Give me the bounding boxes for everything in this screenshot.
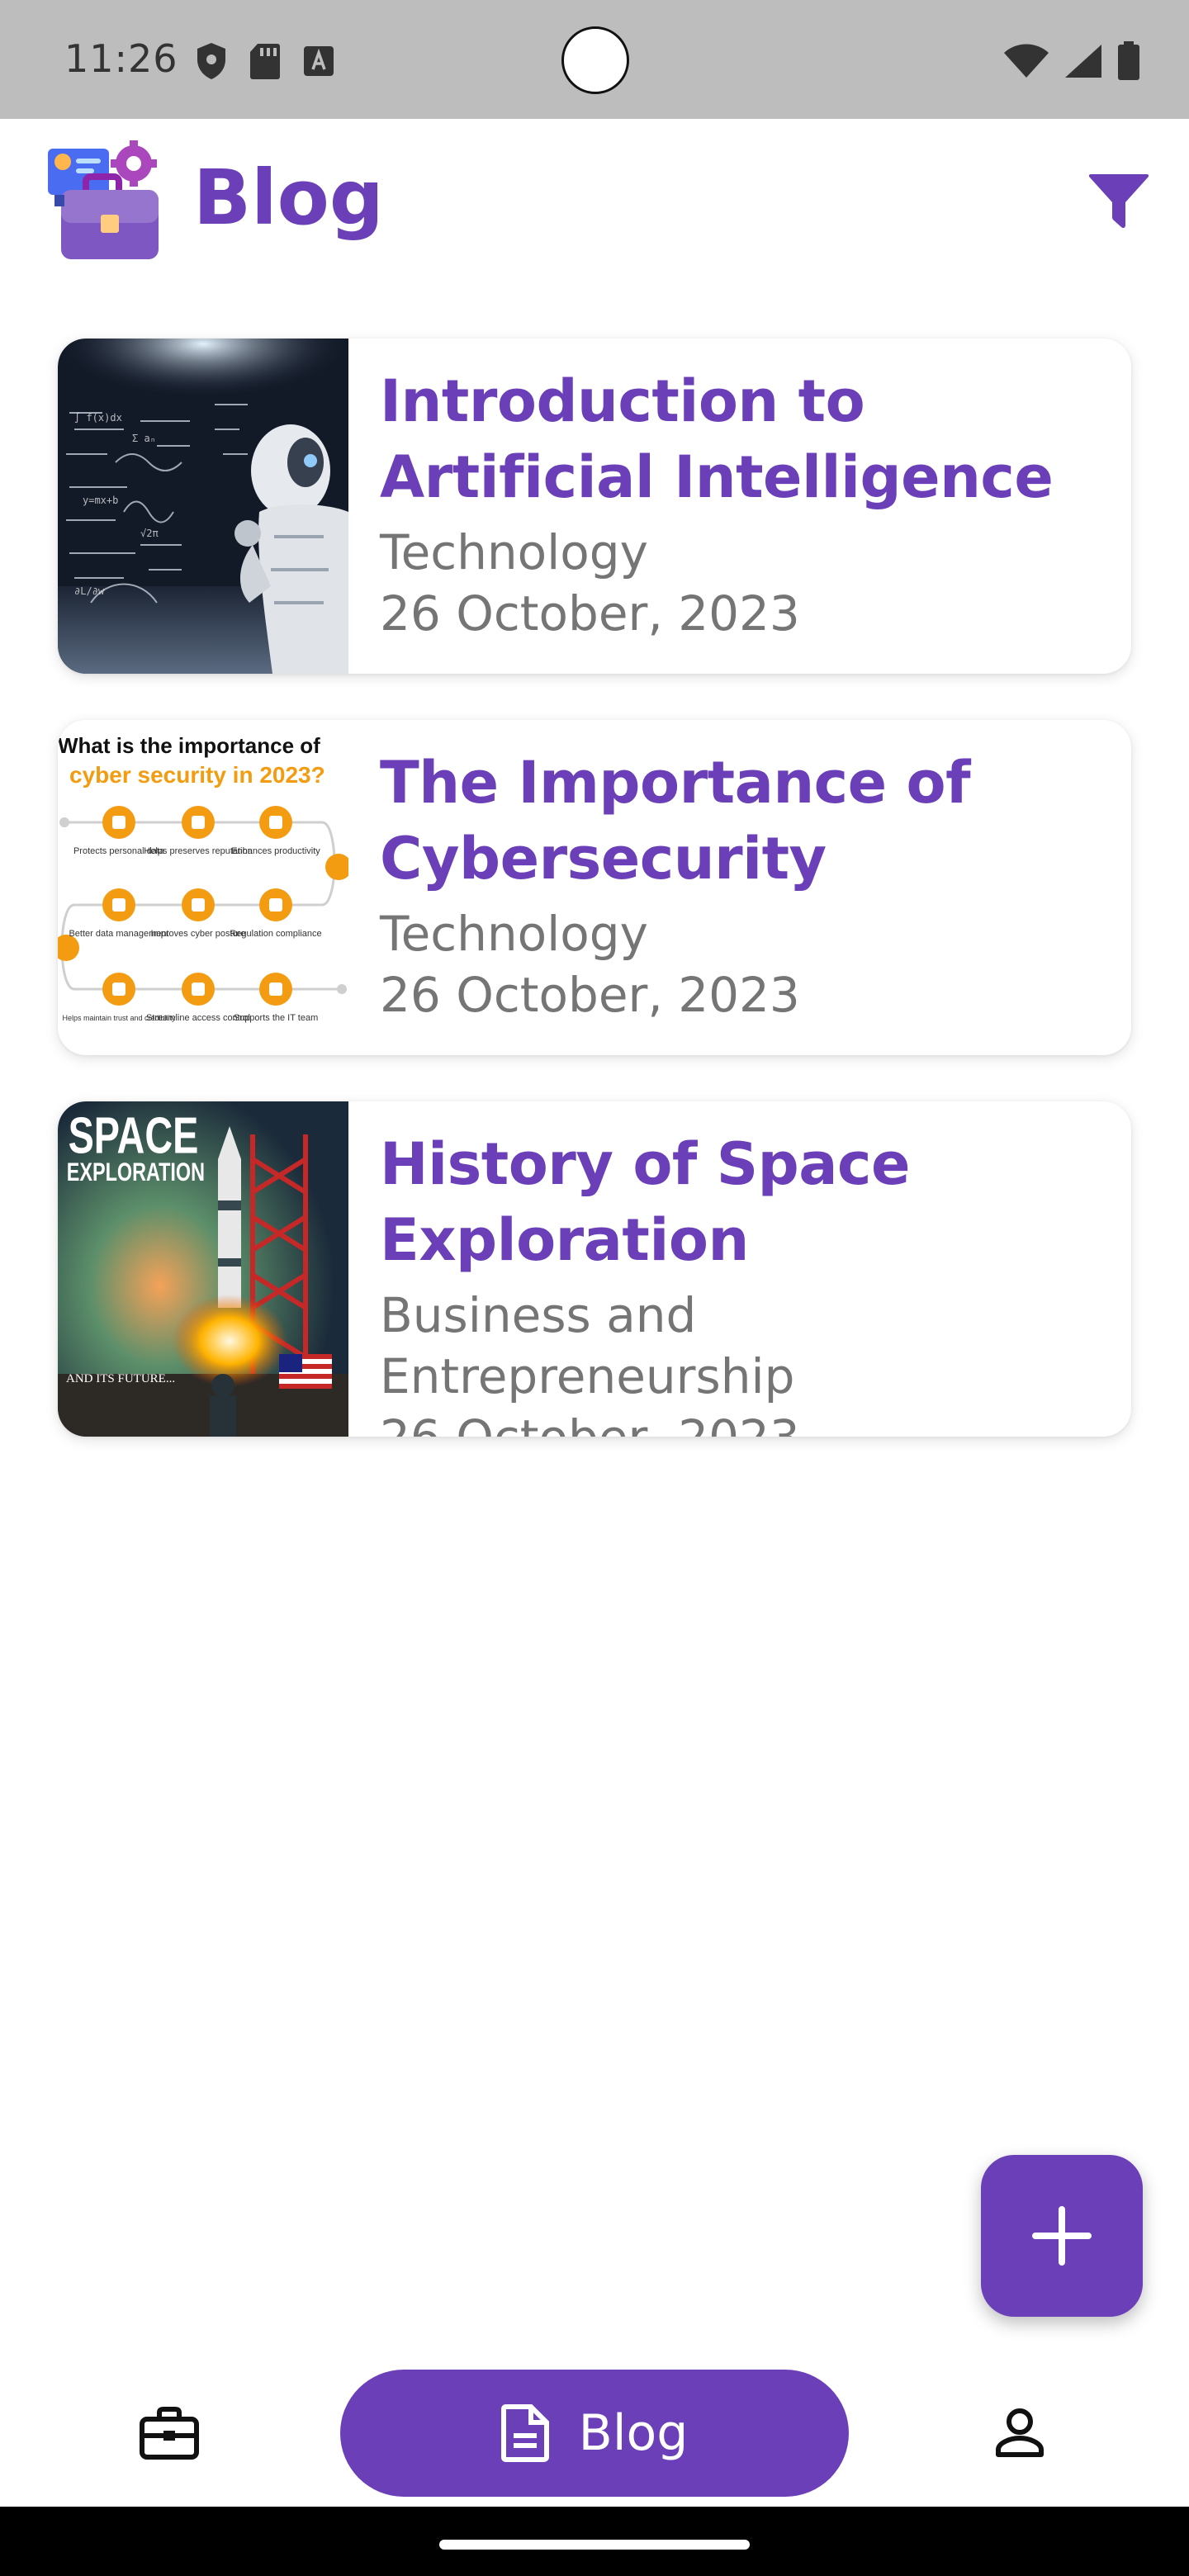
thumbnail-text-future: AND ITS FUTURE... [66,1372,175,1385]
infographic-item: Supports the IT team [234,1013,319,1023]
filter-button[interactable] [1082,163,1156,238]
post-body: History of Space Exploration Business an… [348,1101,1131,1437]
space-rocket-image: SPACE EXPLORATION AND ITS FUTURE... [58,1101,348,1437]
status-icons-right [1002,41,1141,81]
post-body: Introduction to Artificial Intelligence … [348,339,1131,674]
sd-card-icon [250,44,280,79]
post-category: Technology [380,906,648,962]
briefcase-icon [140,2407,199,2460]
infographic-heading-2: cyber security in 2023? [69,762,325,788]
app-bar: Blog [0,119,1189,284]
thumbnail-text-space: SPACE [69,1106,199,1164]
battery-icon [1118,41,1139,80]
post-category: Technology [380,524,648,580]
keyboard-a-icon [304,46,334,76]
post-category: Business and Entrepreneurship [380,1287,795,1404]
shield-icon [197,43,225,79]
camera-cutout [561,26,629,94]
plus-icon [1032,2206,1092,2266]
cybersecurity-infographic-image: What is the importance of cyber security… [58,720,348,1055]
wifi-icon [1004,44,1049,78]
status-time: 11:26 [64,36,178,81]
status-bar: 11:26 [0,0,1189,119]
document-icon [500,2404,549,2462]
svg-text:y=mx+b: y=mx+b [83,495,118,506]
post-date: 26 October, 2023 [380,967,800,1023]
nav-item-blog[interactable]: Blog [340,2370,849,2497]
page-title: Blog [193,154,384,242]
post-card[interactable]: What is the importance of cyber security… [58,720,1131,1055]
system-gesture-bar [0,2507,1189,2576]
nav-item-blog-label: Blog [578,2404,689,2462]
post-card[interactable]: SPACE EXPLORATION AND ITS FUTURE... Hist… [58,1101,1131,1437]
filter-icon [1088,174,1149,229]
bottom-navigation: Blog [0,2351,1189,2503]
post-list: ∫ f(x)dx Σ aₙ y=mx+b √2π ∂L/∂w Introduct… [58,339,1131,1483]
post-card[interactable]: ∫ f(x)dx Σ aₙ y=mx+b √2π ∂L/∂w Introduct… [58,339,1131,674]
thumbnail-text-exploration: EXPLORATION [67,1158,205,1186]
post-body: The Importance of Cybersecurity Technolo… [348,720,1131,1055]
infographic-item: Enhances productivity [231,846,320,856]
post-date: 26 October, 2023 [380,1407,1106,1437]
status-icons-left [195,41,335,81]
post-date: 26 October, 2023 [380,585,800,642]
nav-item-jobs[interactable] [124,2388,215,2479]
infographic-heading-1: What is the importance of [58,733,320,758]
signal-icon [1065,45,1101,78]
post-title: The Importance of Cybersecurity [380,749,971,893]
add-post-button[interactable] [981,2155,1143,2317]
post-title: Introduction to Artificial Intelligence [380,367,1054,511]
home-gesture-handle[interactable] [439,2540,750,2550]
briefcase-gear-icon [48,140,159,259]
svg-text:∂L/∂w: ∂L/∂w [74,585,105,597]
svg-text:Σ aₙ: Σ aₙ [132,433,156,444]
svg-text:∫ f(x)dx: ∫ f(x)dx [74,412,122,424]
person-icon [996,2408,1044,2457]
svg-text:√2π: √2π [140,528,159,539]
infographic-item: Regulation compliance [230,929,321,939]
robot-chalkboard-image: ∫ f(x)dx Σ aₙ y=mx+b √2π ∂L/∂w [58,339,348,674]
nav-item-profile[interactable] [974,2388,1065,2479]
post-title: History of Space Exploration [380,1130,910,1274]
